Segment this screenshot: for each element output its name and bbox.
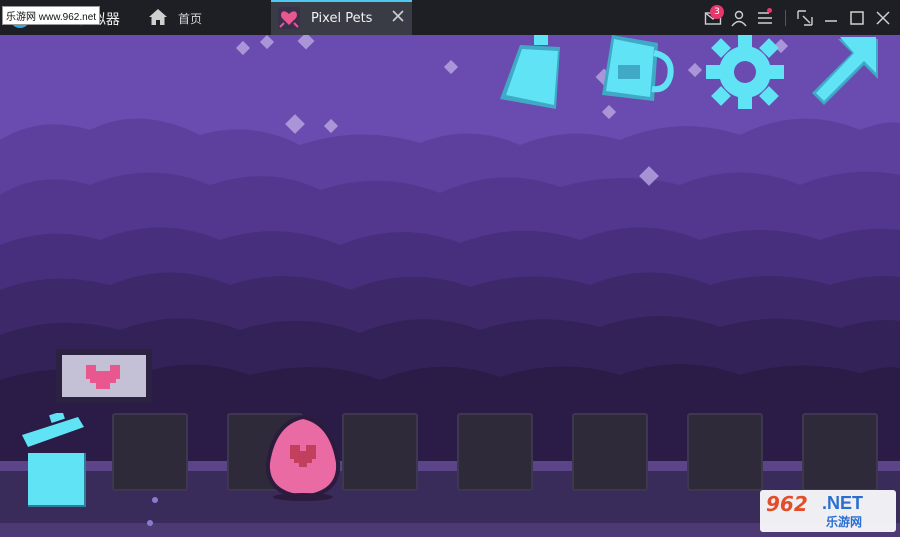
screenshot-icon[interactable] bbox=[796, 9, 814, 27]
watermark-cn: 乐游网 bbox=[826, 515, 863, 529]
mail-badge: 3 bbox=[710, 5, 724, 19]
close-tab-icon[interactable] bbox=[390, 8, 406, 24]
emulator-titlebar: MuMu模拟器 乐游网 www.962.net 首页 Pixel Pets 3 bbox=[0, 0, 900, 35]
inventory-slot[interactable] bbox=[802, 413, 878, 491]
home-tab-label: 首页 bbox=[178, 12, 203, 26]
game-tab-label: Pixel Pets bbox=[311, 11, 373, 26]
home-icon bbox=[149, 9, 167, 25]
drink-mug-button[interactable] bbox=[598, 35, 678, 113]
food-bottle-button[interactable] bbox=[498, 35, 570, 111]
titlebar-divider bbox=[785, 10, 786, 26]
minimize-icon[interactable] bbox=[822, 9, 840, 27]
game-tab[interactable]: Pixel Pets bbox=[271, 0, 412, 35]
close-window-icon[interactable] bbox=[874, 9, 892, 27]
inventory-slot[interactable] bbox=[687, 413, 763, 491]
expand-arrow-button[interactable] bbox=[808, 35, 882, 107]
emulator-logo-area: MuMu模拟器 乐游网 www.962.net bbox=[0, 0, 140, 35]
top-watermark: 乐游网 www.962.net bbox=[2, 6, 101, 25]
home-tab[interactable]: 首页 bbox=[140, 0, 268, 35]
site-watermark: 962 .NET 乐游网 bbox=[760, 490, 896, 532]
settings-gear-button[interactable] bbox=[706, 35, 784, 109]
watermark-number: 962 bbox=[766, 492, 808, 516]
user-icon[interactable] bbox=[730, 9, 748, 27]
watermark-suffix: .NET bbox=[822, 493, 864, 513]
inventory-slot[interactable] bbox=[112, 413, 188, 491]
inventory-slot[interactable] bbox=[457, 413, 533, 491]
inventory-slot[interactable] bbox=[572, 413, 648, 491]
game-screen[interactable]: 962 .NET 乐游网 bbox=[0, 35, 900, 537]
pet-egg[interactable] bbox=[262, 413, 344, 501]
trash-can-button[interactable] bbox=[22, 413, 88, 509]
inventory-slot[interactable] bbox=[342, 413, 418, 491]
maximize-icon[interactable] bbox=[848, 9, 866, 27]
heart-card[interactable] bbox=[56, 349, 152, 403]
pixel-pets-app-icon bbox=[278, 7, 300, 29]
menu-notification-dot bbox=[767, 8, 772, 13]
